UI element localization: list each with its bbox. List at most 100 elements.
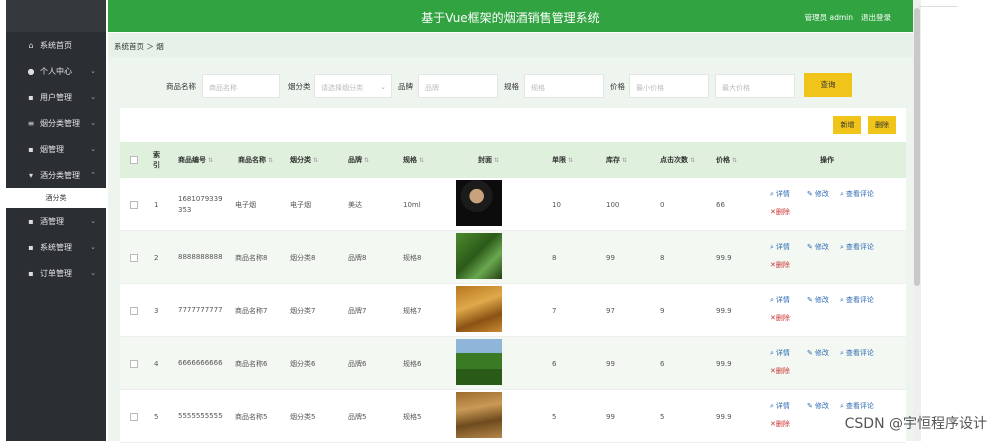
search-button[interactable]: 查询 (804, 73, 852, 97)
page-title: 基于Vue框架的烟酒销售管理系统 (421, 11, 600, 25)
edit-link[interactable]: ✎ 修改 (807, 189, 829, 199)
cell-limit: 5 (552, 412, 557, 421)
select-all-checkbox[interactable] (130, 142, 138, 178)
cell-stock: 97 (606, 306, 615, 315)
delete-button[interactable]: 删除 (868, 116, 896, 134)
checkbox[interactable] (130, 359, 138, 368)
breadcrumb: 系统首页 ＞ 烟 (108, 33, 913, 57)
delete-link[interactable]: ✕删除 (770, 260, 790, 270)
checkbox[interactable] (130, 306, 138, 315)
sidebar-item-users[interactable]: ▪ 用户管理 ⌄ (6, 84, 106, 110)
th-name[interactable]: 商品名称 ⇅ (238, 142, 273, 178)
comments-link[interactable]: ⌕ 查看评论 (840, 242, 874, 252)
table-row[interactable]: 2 8888888888 商品名称8 烟分类8 品牌8 规格8 8 99 8 9… (120, 231, 906, 284)
th-limit[interactable]: 单限 ⇅ (552, 142, 573, 178)
cell-spec: 10ml (403, 200, 421, 209)
detail-link[interactable]: ⌕ 详情 (770, 242, 790, 252)
th-price[interactable]: 价格 ⇅ (716, 142, 737, 178)
cell-limit: 6 (552, 359, 557, 368)
th-brand[interactable]: 品牌 ⇅ (348, 142, 369, 178)
detail-link[interactable]: ⌕ 详情 (770, 401, 790, 411)
th-cover-label: 封面 (478, 156, 492, 164)
sidebar-item-orders[interactable]: ▪ 订单管理 ⌄ (6, 260, 106, 286)
cell-price: 99.9 (716, 412, 732, 421)
checkbox[interactable] (130, 156, 138, 164)
sidebar-item-tobacco-category[interactable]: ≡ 烟分类管理 ⌄ (6, 110, 106, 136)
table-row[interactable]: 1 1681079339353 电子烟 电子烟 美达 10ml 10 100 0… (120, 178, 906, 231)
cell-code: 5555555555 (178, 412, 223, 420)
sidebar-item-label: 烟管理 (40, 144, 64, 154)
cell-code: 7777777777 (178, 306, 223, 314)
chevron-down-icon: ⌄ (90, 67, 96, 75)
delete-link[interactable]: ✕删除 (770, 207, 790, 217)
checkbox[interactable] (130, 412, 138, 421)
comments-link[interactable]: ⌕ 查看评论 (840, 348, 874, 358)
sort-icon: ⇅ (313, 156, 319, 164)
app-frame: ⌂ 系统首页 ● 个人中心 ⌄ ▪ 用户管理 ⌄ ≡ 烟分类管理 ⌄ ▪ 烟管理 ⌄ ▾ 酒分类管理… (0, 0, 1001, 443)
checkbox[interactable] (130, 200, 138, 209)
th-category[interactable]: 烟分类 ⇅ (290, 142, 318, 178)
edit-link[interactable]: ✎ 修改 (807, 348, 829, 358)
sidebar-item-tobacco[interactable]: ▪ 烟管理 ⌄ (6, 136, 106, 162)
sidebar-subitem-wine-category[interactable]: 酒分类 (6, 188, 106, 208)
chevron-down-icon: ⌄ (90, 145, 96, 153)
th-stock[interactable]: 库存 ⇅ (606, 142, 627, 178)
detail-link[interactable]: ⌕ 详情 (770, 295, 790, 305)
th-clicks[interactable]: 点击次数 ⇅ (660, 142, 695, 178)
price-max-input[interactable]: 最大价格 (715, 74, 795, 98)
sidebar-item-wine[interactable]: ▪ 酒管理 ⌄ (6, 208, 106, 234)
detail-link[interactable]: ⌕ 详情 (770, 189, 790, 199)
sidebar-item-profile[interactable]: ● 个人中心 ⌄ (6, 58, 106, 84)
name-input[interactable]: 商品名称 (202, 74, 280, 98)
delete-link[interactable]: ✕删除 (770, 419, 790, 429)
brand-input[interactable]: 品牌 (418, 74, 498, 98)
detail-link[interactable]: ⌕ 详情 (770, 348, 790, 358)
comments-link[interactable]: ⌕ 查看评论 (840, 189, 874, 199)
cell-brand: 品牌6 (348, 359, 367, 368)
detail-label: 详情 (775, 190, 790, 198)
search-icon: ⌕ (840, 296, 844, 304)
search-icon: ⌕ (770, 243, 774, 251)
th-category-label: 烟分类 (290, 156, 311, 164)
pencil-icon: ✎ (807, 190, 813, 198)
cell-index: 1 (154, 200, 159, 209)
edit-link[interactable]: ✎ 修改 (807, 295, 829, 305)
search-icon: ⌕ (840, 243, 844, 251)
delete-link[interactable]: ✕删除 (770, 313, 790, 323)
edit-link[interactable]: ✎ 修改 (807, 401, 829, 411)
row-checkbox[interactable] (130, 178, 138, 231)
th-cover[interactable]: 封面 ⇅ (478, 142, 499, 178)
delete-link[interactable]: ✕删除 (770, 366, 790, 376)
scrollbar-thumb[interactable] (914, 8, 920, 286)
row-checkbox[interactable] (130, 390, 138, 443)
comments-link[interactable]: ⌕ 查看评论 (840, 295, 874, 305)
th-spec[interactable]: 规格 ⇅ (403, 142, 424, 178)
th-ops: 操作 (820, 156, 834, 164)
th-code[interactable]: 商品编号 ⇅ (178, 142, 213, 178)
table-row[interactable]: 5 5555555555 商品名称5 烟分类5 品牌5 规格5 5 99 5 9… (120, 390, 906, 443)
comments-link[interactable]: ⌕ 查看评论 (840, 401, 874, 411)
add-button[interactable]: 新增 (833, 116, 862, 134)
th-limit-label: 单限 (552, 156, 566, 164)
chevron-down-icon: ⌄ (90, 93, 96, 101)
table-row[interactable]: 3 7777777777 商品名称7 烟分类7 品牌7 规格7 7 97 9 9… (120, 284, 906, 337)
sidebar-item-system[interactable]: ▪ 系统管理 ⌄ (6, 234, 106, 260)
search-bar: 商品名称 商品名称 烟分类 请选择烟分类 ⌄ 品牌 品牌 规格 规格 价格 最小价… (108, 72, 913, 100)
row-checkbox[interactable] (130, 284, 138, 337)
logout-link[interactable]: 退出登录 (861, 12, 891, 23)
page-scrollbar[interactable] (913, 0, 921, 441)
checkbox[interactable] (130, 253, 138, 262)
category-select[interactable]: 请选择烟分类 ⌄ (314, 74, 392, 98)
table-row[interactable]: 4 6666666666 商品名称6 烟分类6 品牌6 规格6 6 99 6 9… (120, 337, 906, 390)
row-checkbox[interactable] (130, 337, 138, 390)
row-checkbox[interactable] (130, 231, 138, 284)
sidebar-item-home[interactable]: ⌂ 系统首页 (6, 32, 106, 58)
pencil-icon: ✎ (807, 349, 813, 357)
cell-clicks: 8 (660, 253, 665, 262)
sidebar-item-wine-category[interactable]: ▾ 酒分类管理 ⌃ (6, 162, 106, 188)
spec-input[interactable]: 规格 (524, 74, 604, 98)
cover-image (456, 233, 502, 279)
delete-label: 删除 (775, 314, 790, 322)
edit-link[interactable]: ✎ 修改 (807, 242, 829, 252)
price-min-input[interactable]: 最小价格 (629, 74, 709, 98)
